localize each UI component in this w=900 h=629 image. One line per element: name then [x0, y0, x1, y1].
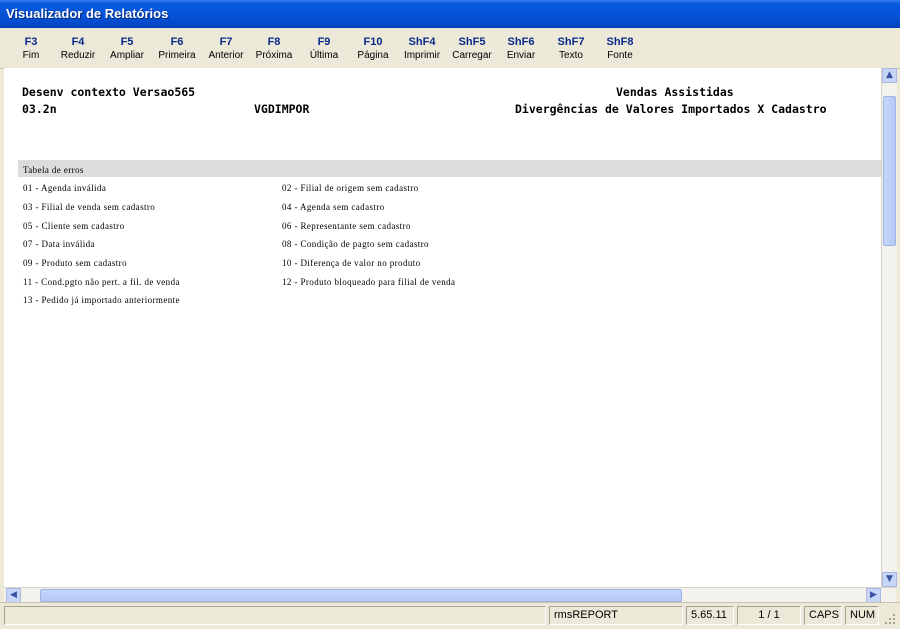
status-bar: rmsREPORT 5.65.11 1 / 1 CAPS NUM: [0, 602, 900, 629]
report-system: Vendas Assistidas: [616, 85, 734, 99]
toolbar-button-ultima[interactable]: F9 Última: [299, 28, 349, 68]
report-program: VGDIMPOR: [254, 102, 310, 116]
toolbar-label: Fonte: [607, 50, 633, 61]
toolbar-button-texto[interactable]: ShF7 Texto: [546, 28, 596, 68]
toolbar-key: F10: [363, 36, 383, 48]
horizontal-scrollbar[interactable]: ◀ ▶: [4, 587, 896, 603]
error-item: 10 - Diferença de valor no produto: [282, 258, 421, 268]
status-app: rmsREPORT: [549, 606, 683, 625]
arrow-up-icon[interactable]: ▲: [882, 68, 897, 83]
title-bar[interactable]: Visualizador de Relatórios: [0, 0, 900, 28]
toolbar-key: F8: [267, 36, 281, 48]
toolbar-label: Última: [309, 50, 339, 61]
toolbar-button-pagina[interactable]: F10 Página: [348, 28, 398, 68]
error-item: 12 - Produto bloqueado para filial de ve…: [282, 277, 456, 287]
horizontal-scroll-thumb[interactable]: [40, 589, 682, 602]
error-item: 02 - Filial de origem sem cadastro: [282, 183, 419, 193]
toolbar-label: Fim: [22, 50, 40, 61]
toolbar-button-fim[interactable]: F3 Fim: [6, 28, 56, 68]
toolbar: F3 Fim F4 Reduzir F5 Ampliar F6 Primeira F7 A…: [0, 28, 900, 69]
status-pane-empty: [4, 606, 546, 625]
toolbar-label: Página: [357, 50, 389, 61]
toolbar-label: Reduzir: [60, 50, 96, 61]
report-viewport[interactable]: Desenv contexto Versao565 Vendas Assisti…: [4, 68, 881, 587]
error-item: 06 - Representante sem cadastro: [282, 221, 411, 231]
report-title: Divergências de Valores Importados X Cad…: [515, 102, 827, 116]
toolbar-label: Primeira: [158, 50, 196, 61]
toolbar-button-ampliar[interactable]: F5 Ampliar: [102, 28, 152, 68]
arrow-left-icon[interactable]: ◀: [6, 588, 21, 603]
error-item: 05 - Cliente sem cadastro: [23, 221, 125, 231]
toolbar-label: Imprimir: [403, 50, 441, 61]
toolbar-label: Anterior: [208, 50, 244, 61]
toolbar-key: F6: [170, 36, 184, 48]
toolbar-button-fonte[interactable]: ShF8 Fonte: [595, 28, 645, 68]
toolbar-label: Texto: [559, 50, 583, 61]
error-item: 11 - Cond.pgto não pert. a fil. de venda: [23, 277, 180, 287]
toolbar-button-anterior[interactable]: F7 Anterior: [201, 28, 251, 68]
status-version: 5.65.11: [686, 606, 734, 625]
toolbar-button-primeira[interactable]: F6 Primeira: [152, 28, 202, 68]
toolbar-key: F3: [24, 36, 38, 48]
toolbar-label: Ampliar: [110, 50, 144, 61]
error-item: 07 - Data inválida: [23, 239, 95, 249]
toolbar-key: F7: [219, 36, 233, 48]
error-item: 13 - Pedido já importado anteriormente: [23, 295, 180, 305]
toolbar-button-reduzir[interactable]: F4 Reduzir: [53, 28, 103, 68]
toolbar-key: ShF6: [507, 36, 535, 48]
toolbar-key: F4: [71, 36, 85, 48]
toolbar-label: Enviar: [506, 50, 536, 61]
error-item: 08 - Condição de pagto sem cadastro: [282, 239, 429, 249]
window-title: Visualizador de Relatórios: [6, 6, 169, 21]
error-item: 01 - Agenda inválida: [23, 183, 107, 193]
status-num: NUM: [845, 606, 879, 625]
toolbar-button-enviar[interactable]: ShF6 Enviar: [496, 28, 546, 68]
status-caps: CAPS: [804, 606, 842, 625]
toolbar-button-carregar[interactable]: ShF5 Carregar: [447, 28, 497, 68]
report-context: Desenv contexto Versao565: [22, 85, 196, 99]
arrow-down-icon[interactable]: ▼: [882, 572, 897, 587]
vertical-scroll-thumb[interactable]: [883, 96, 896, 246]
toolbar-key: ShF5: [458, 36, 486, 48]
toolbar-key: F5: [120, 36, 134, 48]
toolbar-button-imprimir[interactable]: ShF4 Imprimir: [397, 28, 447, 68]
status-page: 1 / 1: [737, 606, 801, 625]
resize-grip-icon[interactable]: [884, 613, 897, 626]
toolbar-key: ShF7: [557, 36, 585, 48]
error-item: 03 - Filial de venda sem cadastro: [23, 202, 156, 212]
toolbar-key: ShF8: [606, 36, 634, 48]
toolbar-key: ShF4: [408, 36, 436, 48]
toolbar-button-proxima[interactable]: F8 Próxima: [249, 28, 299, 68]
error-item: 09 - Produto sem cadastro: [23, 258, 127, 268]
toolbar-label: Próxima: [255, 50, 293, 61]
report-version: 03.2n: [22, 102, 57, 116]
table-header-bar: [18, 160, 881, 177]
vertical-scrollbar[interactable]: ▲ ▼: [881, 68, 897, 587]
error-item: 04 - Agenda sem cadastro: [282, 202, 385, 212]
toolbar-label: Carregar: [452, 50, 492, 61]
table-title: Tabela de erros: [23, 165, 84, 175]
arrow-right-icon[interactable]: ▶: [866, 588, 881, 603]
toolbar-key: F9: [317, 36, 331, 48]
